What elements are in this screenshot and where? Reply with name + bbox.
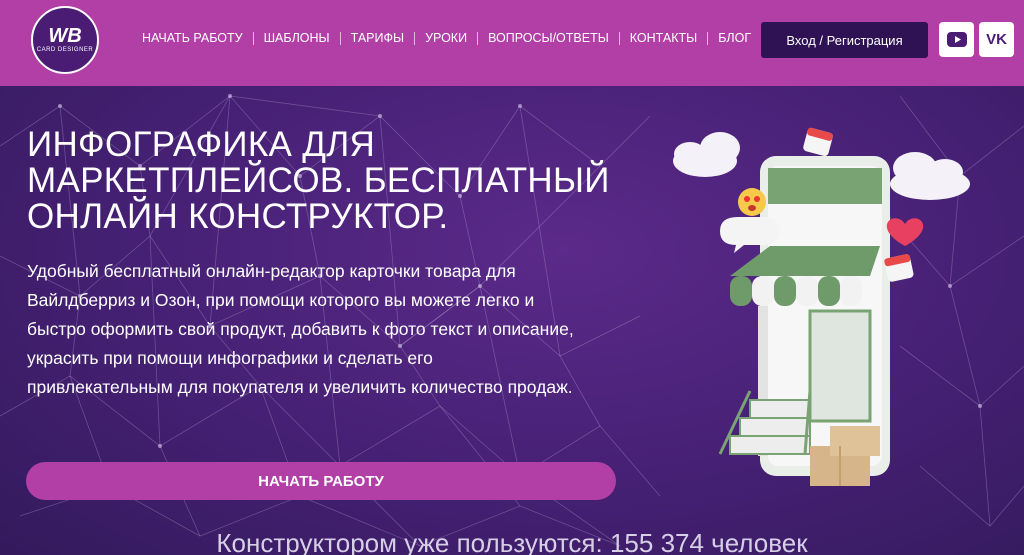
- hero-description-line: украсить при помощи инфографики и сделат…: [27, 348, 433, 368]
- nav-lessons[interactable]: УРОКИ: [425, 31, 467, 45]
- hero-title: ИНФОГРАФИКА ДЛЯ МАРКЕТПЛЕЙСОВ. БЕСПЛАТНЫ…: [27, 127, 627, 235]
- nav-divider: [477, 31, 479, 45]
- nav-faq[interactable]: ВОПРОСЫ/ОТВЕТЫ: [488, 31, 609, 45]
- hero-title-line: ОНЛАЙН КОНСТРУКТОР.: [27, 197, 449, 236]
- nav-divider: [339, 31, 341, 45]
- hero-description-line: Удобный бесплатный онлайн-редактор карто…: [27, 261, 516, 281]
- start-work-button[interactable]: НАЧАТЬ РАБОТУ: [26, 462, 616, 500]
- login-register-button[interactable]: Вход / Регистрация: [761, 22, 928, 58]
- nav-divider: [618, 31, 620, 45]
- nav-pricing[interactable]: ТАРИФЫ: [351, 31, 404, 45]
- storefront-phone-illustration: [673, 127, 970, 486]
- hero-title-line: МАРКЕТПЛЕЙСОВ. БЕСПЛАТНЫЙ: [27, 161, 610, 200]
- youtube-icon: [946, 32, 967, 47]
- hero-description: Удобный бесплатный онлайн-редактор карто…: [27, 257, 587, 402]
- hero-title-line: ИНФОГРАФИКА ДЛЯ: [27, 125, 376, 164]
- main-nav: НАЧАТЬ РАБОТУ ШАБЛОНЫ ТАРИФЫ УРОКИ ВОПРО…: [142, 31, 751, 45]
- hero-description-line: привлекательным для покупателя и увеличи…: [27, 377, 573, 397]
- vk-button[interactable]: VK: [979, 22, 1014, 57]
- users-counter: Конструктором уже пользуются: 155 374 че…: [216, 528, 808, 555]
- nav-blog[interactable]: БЛОГ: [718, 31, 751, 45]
- logo[interactable]: WB CARD DESIGNER: [31, 6, 99, 74]
- nav-divider: [252, 31, 254, 45]
- nav-contacts[interactable]: КОНТАКТЫ: [630, 31, 697, 45]
- header: WB CARD DESIGNER НАЧАТЬ РАБОТУ ШАБЛОНЫ Т…: [0, 0, 1024, 86]
- hero-description-line: быстро оформить свой продукт, добавить к…: [27, 319, 574, 339]
- nav-divider: [414, 31, 416, 45]
- logo-subtext: CARD DESIGNER: [36, 47, 94, 53]
- youtube-button[interactable]: [939, 22, 974, 57]
- hero-section: ИНФОГРАФИКА ДЛЯ МАРКЕТПЛЕЙСОВ. БЕСПЛАТНЫ…: [0, 86, 1024, 555]
- nav-templates[interactable]: ШАБЛОНЫ: [264, 31, 330, 45]
- vk-icon: VK: [986, 31, 1007, 48]
- hero-description-line: Вайлдберриз и Озон, при помощи которого …: [27, 290, 535, 310]
- nav-start-work[interactable]: НАЧАТЬ РАБОТУ: [142, 31, 243, 45]
- nav-divider: [707, 31, 709, 45]
- logo-text: WB: [48, 25, 82, 47]
